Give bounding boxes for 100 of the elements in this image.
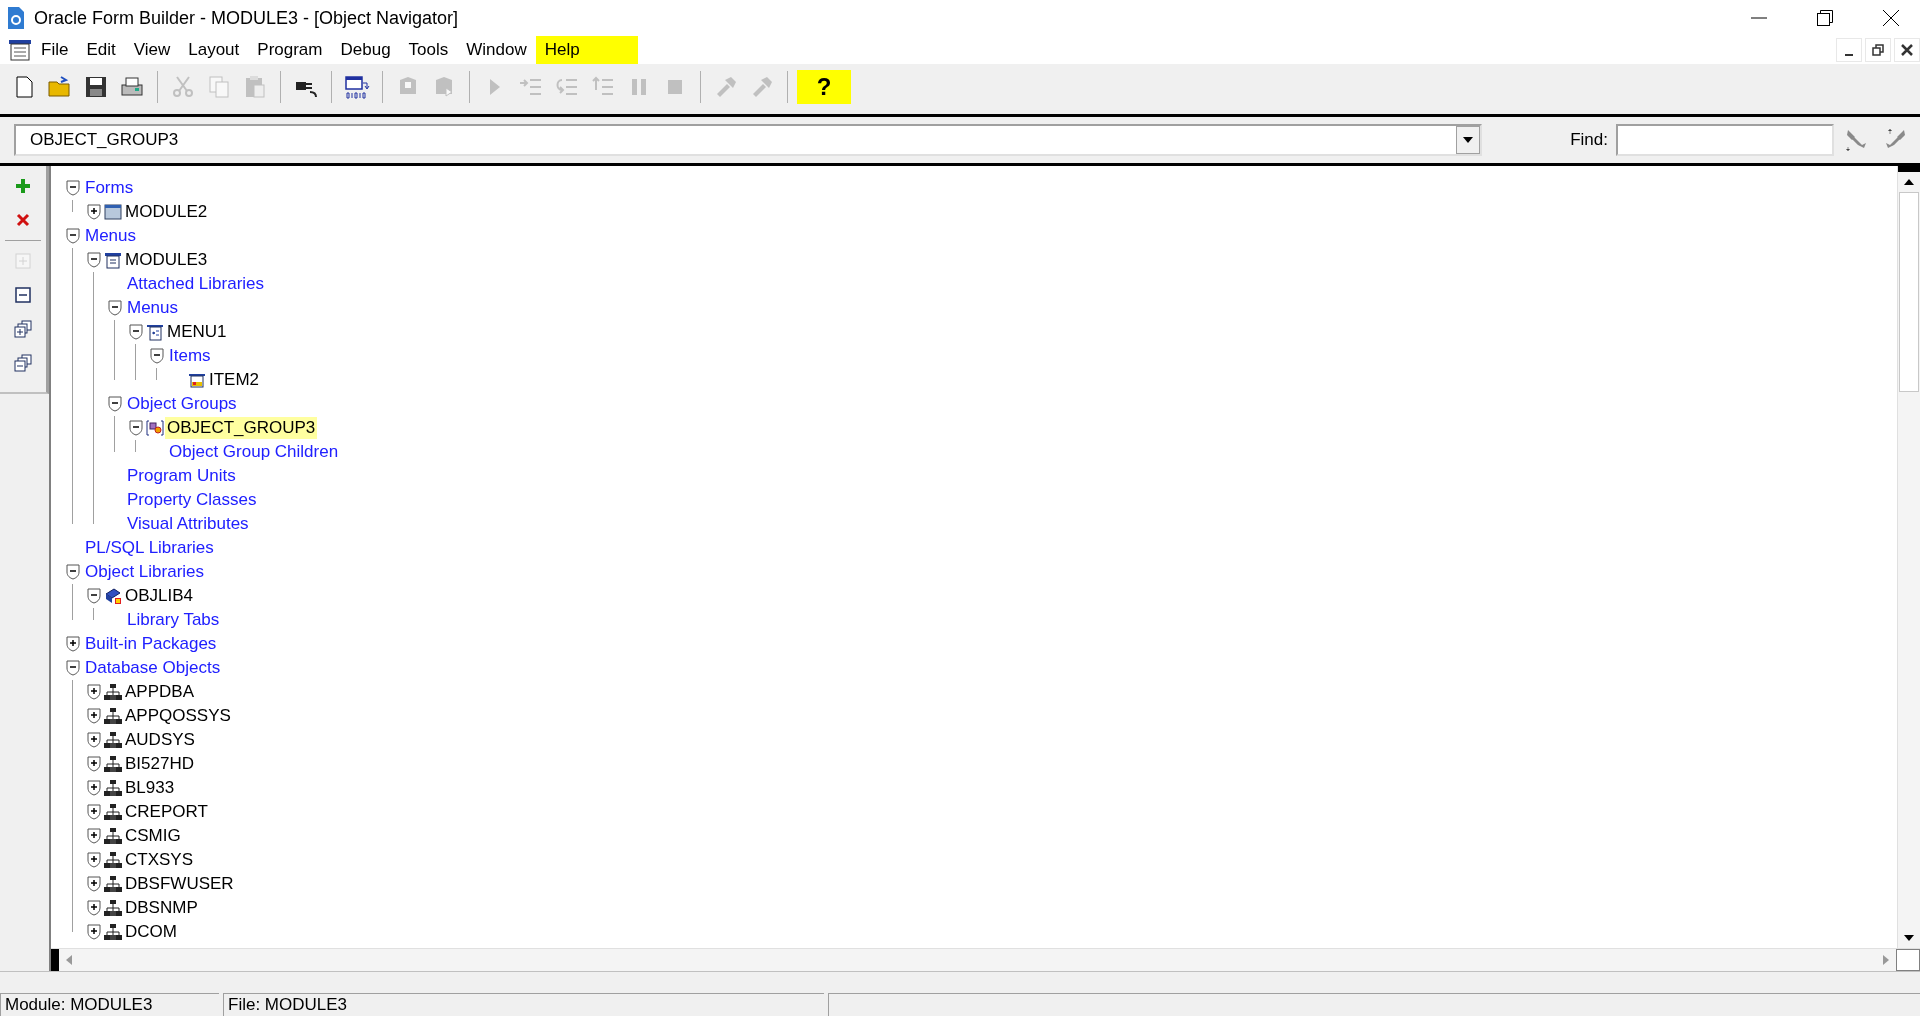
collapse-toggle-icon[interactable]: [87, 588, 101, 604]
tree-node-category[interactable]: Items: [167, 345, 213, 367]
hierarchy-icon: [104, 683, 122, 701]
tree-node[interactable]: MENU1: [165, 321, 229, 343]
help-button[interactable]: ?: [797, 70, 851, 104]
collapse-toggle-icon[interactable]: [87, 252, 101, 268]
menu-item[interactable]: View: [124, 36, 180, 64]
close-button[interactable]: [1894, 38, 1920, 62]
menu-item[interactable]: Window: [457, 36, 536, 64]
expand-toggle-icon[interactable]: [87, 708, 101, 724]
expand-toggle-icon[interactable]: [87, 876, 101, 892]
tree-node-category[interactable]: Property Classes: [125, 489, 259, 511]
folder-icon: [47, 74, 73, 100]
find-label: Find:: [1570, 130, 1608, 150]
menu-item[interactable]: Tools: [399, 36, 458, 64]
collapse-toggle-icon[interactable]: [129, 420, 143, 436]
splitter-handle[interactable]: [51, 949, 59, 971]
expand-toggle-icon[interactable]: [87, 924, 101, 940]
minimize-button[interactable]: [1836, 38, 1862, 62]
tree-line: [156, 368, 157, 380]
tree-node[interactable]: OBJECT_GROUP3: [165, 417, 318, 439]
menu-icon: [146, 323, 164, 341]
expand-toggle-icon[interactable]: [87, 756, 101, 772]
tree-node[interactable]: DBSNMP: [123, 897, 200, 919]
expand-all-icon: [13, 319, 33, 339]
collapse-all-icon: [13, 353, 33, 373]
tree-line: [93, 608, 94, 620]
tree-node[interactable]: MODULE3: [123, 249, 210, 271]
tree-node[interactable]: BL933: [123, 777, 177, 799]
save-icon: [83, 74, 109, 100]
dropdown-arrow-button[interactable]: [1456, 126, 1481, 154]
tree-line: [135, 440, 136, 452]
menu-item[interactable]: Debug: [331, 36, 400, 64]
menu-icon: [104, 251, 122, 269]
menu-item[interactable]: File: [32, 36, 78, 64]
restore-icon: [1817, 10, 1833, 26]
tree-node-category[interactable]: Database Objects: [83, 657, 223, 679]
restore-icon: [1872, 44, 1884, 56]
tree-node[interactable]: CSMIG: [123, 825, 183, 847]
collapse-toggle-icon[interactable]: [66, 564, 80, 580]
tree-node-category[interactable]: Menus: [125, 297, 181, 319]
expand-toggle-icon[interactable]: [87, 732, 101, 748]
expand-toggle-icon[interactable]: [87, 804, 101, 820]
tree-node-category[interactable]: Built-in Packages: [83, 633, 219, 655]
tree-line: [135, 344, 136, 380]
tree-node[interactable]: ITEM2: [207, 369, 262, 391]
tree-node[interactable]: AUDSYS: [123, 729, 197, 751]
plus-icon: [13, 176, 33, 196]
menu-item[interactable]: Help: [535, 36, 638, 64]
expand-toggle-icon[interactable]: [87, 204, 101, 220]
tree-node-category[interactable]: Forms: [83, 177, 136, 199]
find-field[interactable]: [1616, 124, 1834, 156]
close-icon: [1901, 44, 1913, 56]
expand-toggle-icon[interactable]: [87, 684, 101, 700]
tree-node-category[interactable]: Program Units: [125, 465, 238, 487]
collapse-toggle-icon[interactable]: [108, 396, 122, 412]
copy-icon: [206, 74, 232, 100]
tree-node[interactable]: CREPORT: [123, 801, 210, 823]
tree-node-category[interactable]: Menus: [83, 225, 139, 247]
tree-node[interactable]: DBSFWUSER: [123, 873, 236, 895]
caret-down-icon: [1463, 137, 1474, 143]
tree-node-category[interactable]: Object Groups: [125, 393, 239, 415]
tree-node[interactable]: DCOM: [123, 921, 179, 943]
tree-node[interactable]: APPDBA: [123, 681, 196, 703]
tree-node-category[interactable]: Attached Libraries: [125, 273, 267, 295]
collapse-toggle-icon[interactable]: [150, 348, 164, 364]
tree-node[interactable]: MODULE2: [123, 201, 210, 223]
object-dropdown[interactable]: OBJECT_GROUP3: [14, 124, 1483, 156]
expand-toggle-icon[interactable]: [87, 828, 101, 844]
hierarchy-icon: [104, 851, 122, 869]
menu-item[interactable]: Program: [248, 36, 332, 64]
tree-node-category[interactable]: PL/SQL Libraries: [83, 537, 216, 559]
collapse-toggle-icon[interactable]: [66, 660, 80, 676]
tree-node-category[interactable]: Object Group Children: [167, 441, 341, 463]
tree-node[interactable]: BI527HD: [123, 753, 196, 775]
collapse-toggle-icon[interactable]: [66, 180, 80, 196]
splitter-handle[interactable]: [1898, 166, 1920, 172]
expand-toggle-icon[interactable]: [87, 780, 101, 796]
menu-item[interactable]: Layout: [179, 36, 249, 64]
collapse-toggle-icon[interactable]: [129, 324, 143, 340]
menu-item[interactable]: Edit: [77, 36, 125, 64]
caret-down-icon: [1904, 935, 1914, 941]
tree-node-category[interactable]: Visual Attributes: [125, 513, 251, 535]
close-icon: [1883, 10, 1899, 26]
expand-toggle-icon[interactable]: [66, 636, 80, 652]
tree-line: [114, 320, 115, 380]
minimize-icon: [1751, 17, 1767, 19]
tree-node-category[interactable]: Object Libraries: [83, 561, 207, 583]
collapse-toggle-icon[interactable]: [66, 228, 80, 244]
scrollbar-thumb[interactable]: [1899, 192, 1919, 392]
tree-node[interactable]: CTXSYS: [123, 849, 196, 871]
expand-toggle-icon[interactable]: [87, 900, 101, 916]
expand-toggle-icon[interactable]: [87, 852, 101, 868]
collapse-toggle-icon[interactable]: [108, 300, 122, 316]
tree-node-category[interactable]: Library Tabs: [125, 609, 222, 631]
tree-node[interactable]: APPQOSSYS: [123, 705, 233, 727]
scissors-icon: [170, 74, 196, 100]
books-icon: [104, 587, 122, 605]
tree-node[interactable]: OBJLIB4: [123, 585, 196, 607]
object-group-icon: [146, 419, 164, 437]
